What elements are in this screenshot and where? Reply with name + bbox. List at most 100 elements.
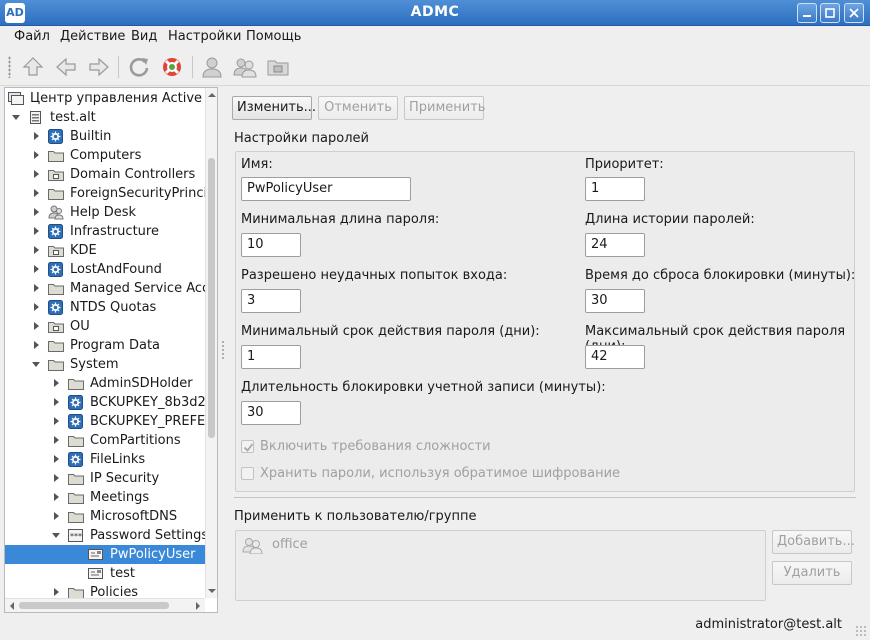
menu-file[interactable]: Файл [14, 29, 50, 44]
close-button[interactable] [844, 3, 864, 23]
tree-item[interactable]: LostAndFound [5, 260, 205, 279]
tree-item[interactable]: PwPolicyUser [5, 545, 205, 564]
expander-open-icon[interactable] [32, 362, 40, 367]
expander-closed-icon[interactable] [54, 474, 59, 482]
tree-item-label: IP Security [90, 471, 160, 486]
tree-item[interactable]: Help Desk [5, 203, 205, 222]
precedence-field[interactable]: 1 [585, 177, 645, 201]
forward-button[interactable] [86, 54, 112, 80]
expander-closed-icon[interactable] [54, 455, 59, 463]
expander-closed-icon[interactable] [54, 436, 59, 444]
expander-closed-icon[interactable] [34, 208, 39, 216]
tree-vscroll-thumb[interactable] [208, 158, 215, 438]
tree-item[interactable]: Program Data [5, 336, 205, 355]
expander-open-icon[interactable] [52, 533, 60, 538]
tree-root[interactable]: Центр управления Active Dire [5, 89, 217, 108]
lockout-duration-field[interactable]: 30 [241, 401, 301, 425]
expander-closed-icon[interactable] [34, 265, 39, 273]
tree-domain[interactable]: test.alt [5, 108, 205, 127]
tree-item[interactable]: ForeignSecurityPrincipal [5, 184, 217, 203]
menu-action[interactable]: Действие [60, 29, 125, 44]
up-button[interactable] [20, 54, 46, 80]
minimize-button[interactable] [797, 3, 817, 23]
tree-horizontal-scrollbar[interactable] [5, 598, 205, 612]
refresh-button[interactable] [126, 54, 152, 80]
min-age-field[interactable]: 1 [241, 345, 301, 369]
expander-closed-icon[interactable] [54, 379, 59, 387]
tree-item[interactable]: MicrosoftDNS [5, 507, 205, 526]
tree-item[interactable]: Managed Service Accou [5, 279, 217, 298]
folder-icon [48, 360, 64, 371]
expander-closed-icon[interactable] [34, 227, 39, 235]
tree-item[interactable]: Domain Controllers [5, 165, 205, 184]
resize-grip[interactable] [855, 625, 867, 637]
tree-item[interactable]: AdminSDHolder [5, 374, 205, 393]
tree-item[interactable]: Infrastructure [5, 222, 205, 241]
applies-to-list[interactable]: office [235, 530, 766, 601]
menu-help[interactable]: Помощь [246, 29, 301, 44]
tree-item[interactable]: OU [5, 317, 205, 336]
tree-item[interactable]: KDE [5, 241, 205, 260]
max-age-field[interactable]: 42 [585, 345, 645, 369]
name-field[interactable]: PwPolicyUser [241, 177, 411, 201]
checkbox-unchecked-icon[interactable] [241, 467, 254, 480]
expander-closed-icon[interactable] [34, 189, 39, 197]
console-tree[interactable]: Центр управления Active Dire test.alt Bu… [4, 87, 218, 613]
menu-view[interactable]: Вид [131, 29, 157, 44]
tree-hscroll-thumb[interactable] [19, 602, 169, 609]
expander-open-icon[interactable] [12, 115, 20, 120]
tree-item-label: FileLinks [90, 452, 146, 467]
history-length-field[interactable]: 24 [585, 233, 645, 257]
expander-closed-icon[interactable] [34, 151, 39, 159]
tree-item[interactable]: Computers [5, 146, 205, 165]
manual-button[interactable] [159, 54, 185, 80]
maximize-button[interactable] [820, 3, 840, 23]
tree-item[interactable]: NTDS Quotas [5, 298, 205, 317]
expander-closed-icon[interactable] [34, 284, 39, 292]
tree-item[interactable]: IP Security [5, 469, 205, 488]
expander-closed-icon[interactable] [54, 512, 59, 520]
tree-item[interactable]: ComPartitions [5, 431, 205, 450]
tree-item[interactable]: System [5, 355, 205, 374]
edit-button[interactable]: Изменить... [232, 96, 316, 120]
tree-vertical-scrollbar[interactable] [205, 88, 217, 598]
expander-closed-icon[interactable] [34, 322, 39, 330]
apply-button[interactable]: Применить [404, 96, 485, 120]
reversible-encryption-checkbox[interactable]: Хранить пароли, используя обратимое шифр… [241, 466, 620, 484]
tree-item[interactable]: test [5, 564, 205, 583]
remove-member-button[interactable]: Удалить [772, 561, 852, 585]
expander-closed-icon[interactable] [54, 588, 59, 596]
ou-folder-icon [48, 322, 64, 333]
checkbox-checked-icon[interactable] [241, 440, 254, 453]
expander-closed-icon[interactable] [34, 303, 39, 311]
tree-item-label: NTDS Quotas [70, 300, 157, 315]
list-item[interactable]: office [242, 536, 442, 554]
tree-item[interactable]: BCKUPKEY_PREFERR [5, 412, 217, 431]
manual-icon [163, 58, 181, 76]
tree-item[interactable]: Meetings [5, 488, 205, 507]
splitter-handle[interactable] [221, 340, 225, 360]
expander-closed-icon[interactable] [54, 417, 59, 425]
create-group-button[interactable] [232, 54, 258, 80]
expander-closed-icon[interactable] [54, 398, 59, 406]
tree-item[interactable]: FileLinks [5, 450, 205, 469]
lockout-threshold-field[interactable]: 3 [241, 289, 301, 313]
tree-item[interactable]: *** Password Settings C [5, 526, 217, 545]
create-ou-button[interactable] [265, 54, 291, 80]
expander-closed-icon[interactable] [34, 132, 39, 140]
min-length-field[interactable]: 10 [241, 233, 301, 257]
create-user-button[interactable] [199, 54, 225, 80]
cancel-button[interactable]: Отменить [318, 96, 398, 120]
back-button[interactable] [53, 54, 79, 80]
expander-closed-icon[interactable] [34, 170, 39, 178]
complexity-checkbox[interactable]: Включить требования сложности [241, 439, 541, 457]
expander-closed-icon[interactable] [34, 246, 39, 254]
expander-closed-icon[interactable] [34, 341, 39, 349]
add-member-button[interactable]: Добавить... [772, 530, 855, 554]
folder-icon [68, 379, 84, 390]
tree-item[interactable]: Builtin [5, 127, 205, 146]
tree-item[interactable]: BCKUPKEY_8b3d2b8 [5, 393, 217, 412]
menu-settings[interactable]: Настройки [168, 29, 241, 44]
lockout-reset-field[interactable]: 30 [585, 289, 645, 313]
expander-closed-icon[interactable] [54, 493, 59, 501]
